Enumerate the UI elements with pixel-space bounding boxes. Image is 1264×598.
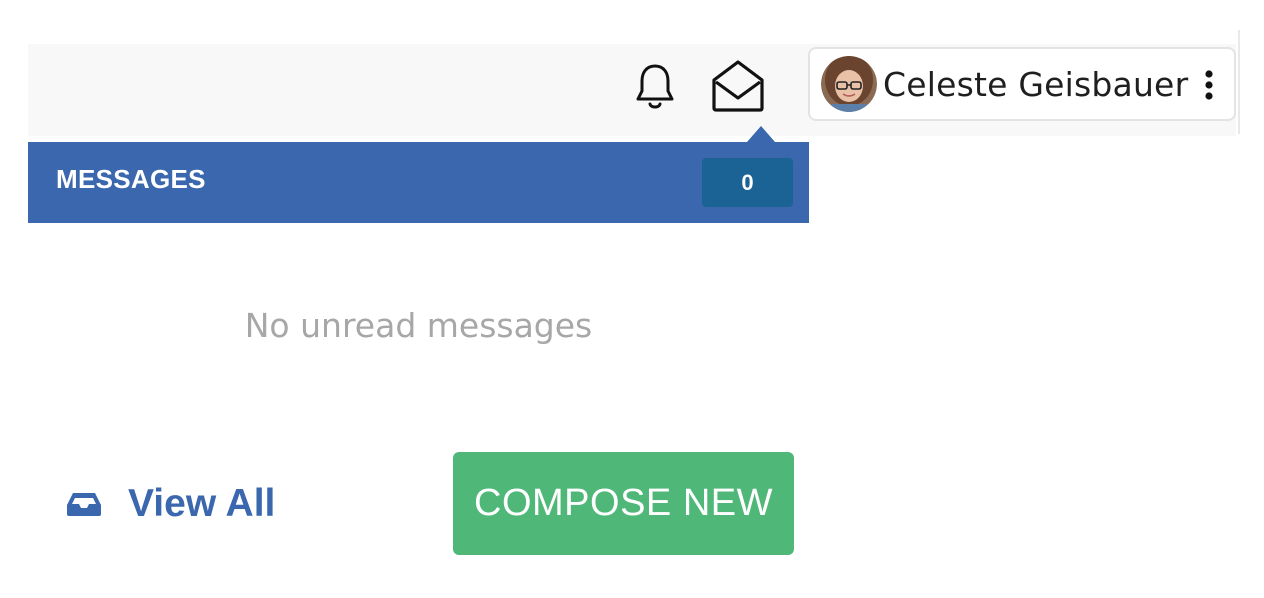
bell-icon: [636, 64, 674, 109]
dropdown-caret: [747, 126, 775, 142]
messages-dropdown-header: MESSAGES 0: [28, 142, 809, 223]
envelope-open-icon: [712, 60, 764, 112]
inbox-tray-icon: [67, 493, 101, 516]
message-count-badge: 0: [702, 158, 793, 207]
notifications-button[interactable]: [628, 60, 682, 114]
messages-dropdown-title: MESSAGES: [56, 164, 206, 194]
user-name: Celeste Geisbauer: [883, 64, 1189, 104]
empty-state-text: No unread messages: [244, 306, 593, 345]
view-all-link[interactable]: View All: [66, 478, 275, 530]
page: Celeste Geisbauer MESSAGES 0 No unread m…: [0, 0, 1264, 598]
user-avatar: [821, 56, 877, 112]
top-bar-divider: [1238, 30, 1240, 134]
compose-new-button[interactable]: COMPOSE NEW: [453, 452, 794, 555]
view-all-label: View All: [128, 482, 276, 525]
messages-button[interactable]: [706, 56, 770, 116]
vertical-ellipsis-icon: [1205, 70, 1213, 100]
user-menu-button[interactable]: Celeste Geisbauer: [808, 47, 1236, 121]
